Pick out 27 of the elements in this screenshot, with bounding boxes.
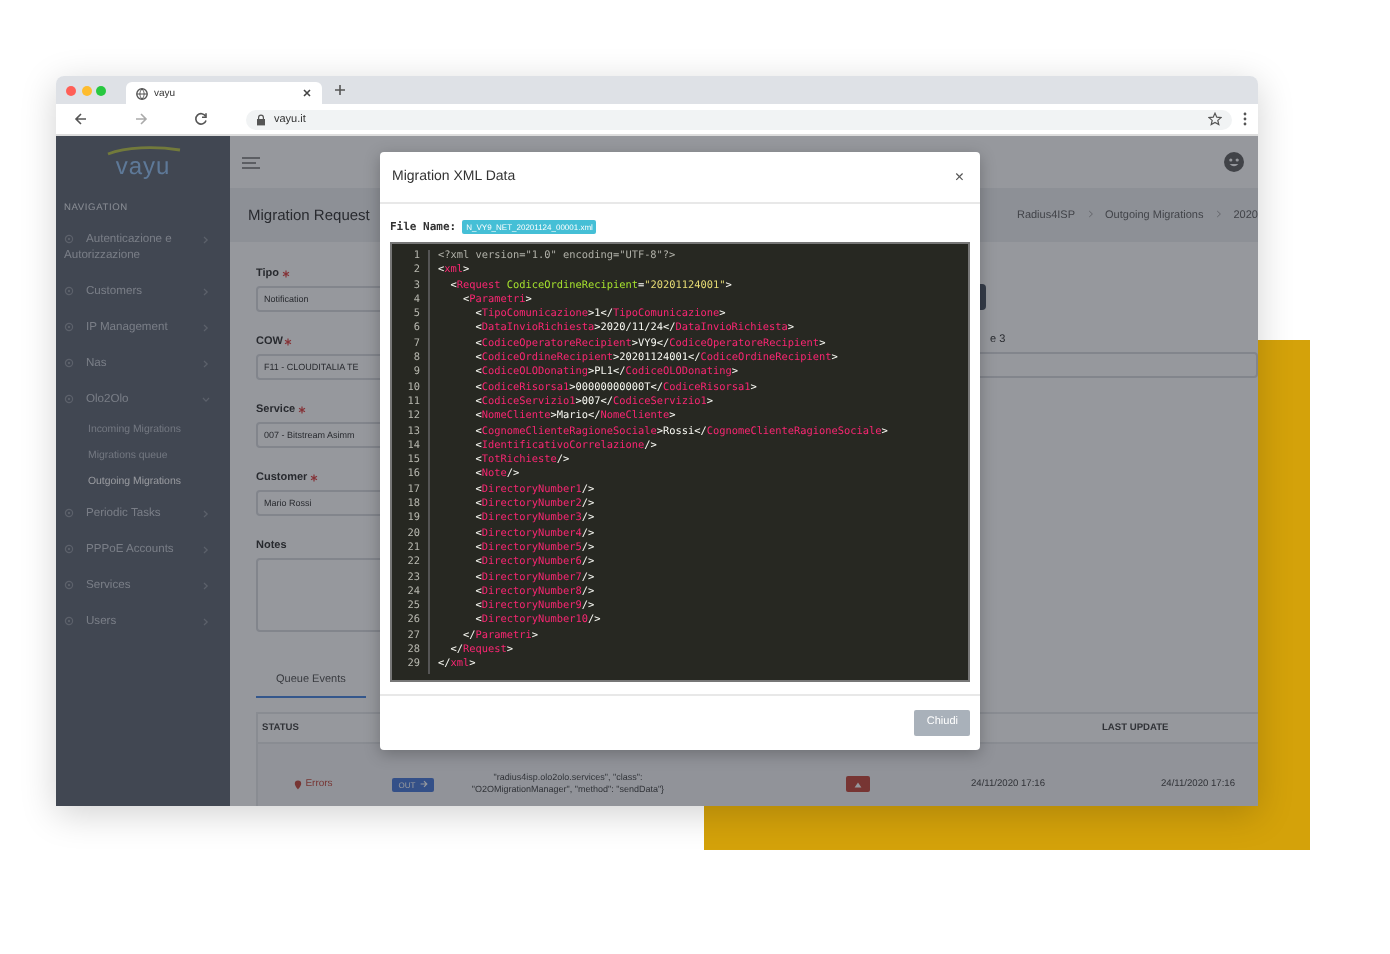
gear-icon [64,543,74,554]
gear-icon [64,321,74,332]
window-control-dot[interactable] [66,85,76,95]
arrow-right-icon [419,780,428,788]
globe-icon [136,87,148,99]
logo: vayu [115,156,171,178]
lock-icon [256,113,266,125]
gear-icon [64,393,74,404]
close-icon[interactable] [302,88,312,98]
close-button[interactable]: × [950,169,968,185]
triangle-up-icon [854,781,862,787]
window-control-dot[interactable] [96,85,106,95]
gear-icon [64,507,74,518]
gear-icon [64,285,74,296]
gear-icon [64,615,74,626]
gear-icon [64,233,74,244]
kebab-menu-icon[interactable] [1242,112,1248,126]
plus-icon[interactable] [334,84,346,96]
marker-icon [293,779,302,789]
menu-icon[interactable] [242,155,260,169]
expand-button[interactable] [846,776,870,792]
star-icon[interactable] [1208,112,1222,126]
avatar-icon[interactable] [1224,152,1244,172]
gear-icon [64,357,74,368]
gear-icon [64,579,74,590]
window-control-dot[interactable] [81,85,91,95]
swoosh-icon [105,146,181,156]
